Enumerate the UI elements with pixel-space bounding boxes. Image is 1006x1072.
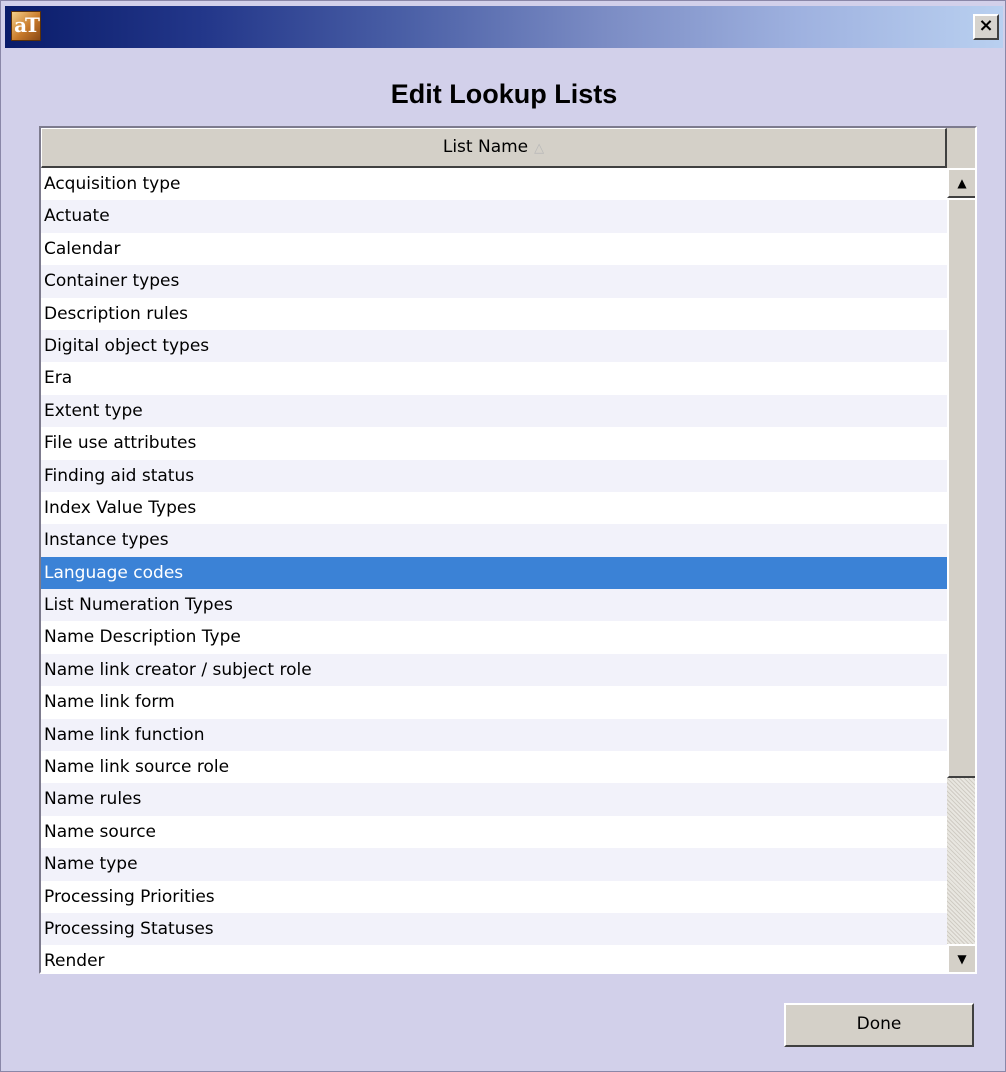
table-row[interactable]: Name Description Type [41,621,947,654]
table-row[interactable]: Extent type [41,394,947,428]
table-row[interactable]: Name type [41,848,947,881]
table-row[interactable]: Digital object types [41,329,947,363]
close-button[interactable]: × [973,14,999,40]
column-header-list-name[interactable]: List Name △ [41,128,947,168]
table-row[interactable]: Name link form [41,686,947,719]
lookup-lists-table: List Name △ Acquisition type Actuate Calend… [39,126,977,974]
table-row[interactable]: File use attributes [41,427,947,460]
table-row[interactable]: Name source [41,815,947,849]
table-row[interactable]: Description rules [41,297,947,330]
header-corner [947,128,975,168]
scrollbar-thumb[interactable] [947,198,975,778]
table-row[interactable]: Name link creator / subject role [41,653,947,687]
done-button[interactable]: Done [784,1003,974,1047]
table-row[interactable]: Processing Priorities [41,880,947,913]
app-logo-icon: aT [11,11,41,41]
scroll-up-arrow-icon[interactable]: ▲ [947,168,975,198]
table-row[interactable]: List Numeration Types [41,589,947,622]
table-row[interactable]: Name rules [41,783,947,816]
table-row[interactable]: Instance types [41,524,947,557]
sort-ascending-icon: △ [534,141,545,156]
column-header-label: List Name [442,137,529,157]
table-row[interactable]: Name link source role [41,751,947,784]
table-row[interactable]: Index Value Types [41,491,947,525]
dialog-title: Edit Lookup Lists [390,79,618,109]
title-bar[interactable]: aT × [5,6,1003,48]
table-row[interactable]: Calendar [41,232,947,266]
table-row[interactable]: Name link function [41,718,947,752]
table-row[interactable]: Actuate [41,200,947,233]
dialog-window: aT × Edit Lookup Lists List Name △ Acquis… [0,0,1006,1072]
table-row[interactable]: Language codes [41,556,947,590]
table-row[interactable]: Container types [41,265,947,298]
table-body: Acquisition type Actuate Calendar Container… [41,168,947,972]
table-row[interactable]: Finding aid status [41,459,947,492]
vertical-scrollbar[interactable]: ▲ ▼ [947,168,975,972]
scroll-down-arrow-icon[interactable]: ▼ [947,944,975,972]
table-row[interactable]: Era [41,362,947,395]
table-row[interactable]: Processing Statuses [41,912,947,946]
table-row[interactable]: Render [41,945,947,972]
table-row[interactable]: Acquisition type [41,168,947,201]
